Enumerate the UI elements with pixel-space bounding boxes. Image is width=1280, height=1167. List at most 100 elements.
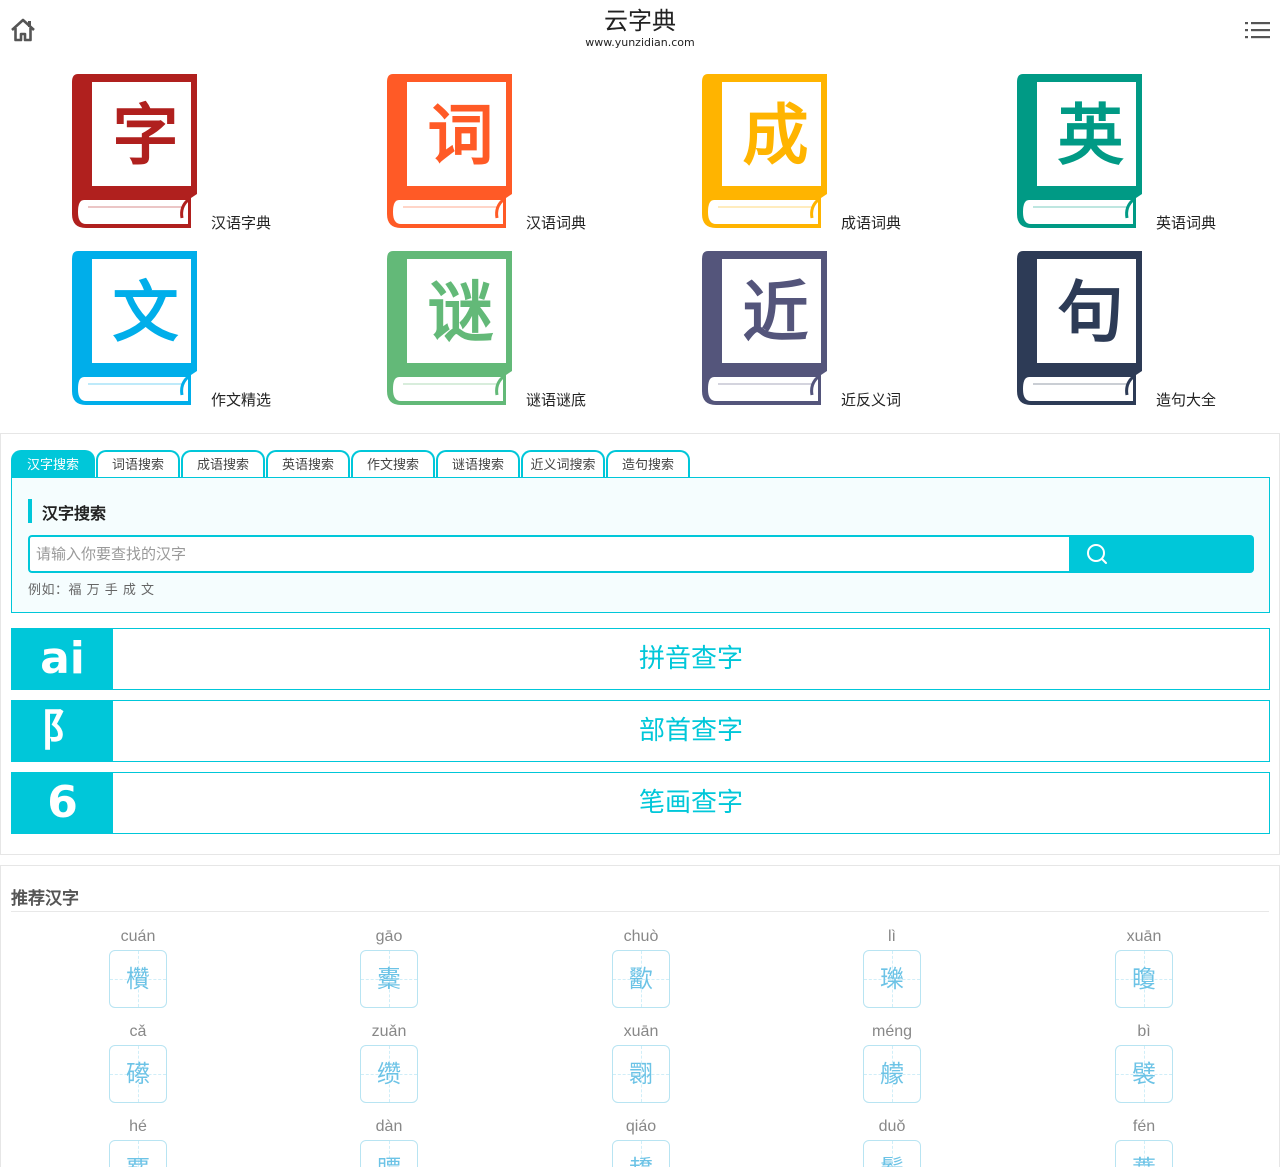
char-glyph: 覈 [110,1141,166,1167]
char-cell[interactable]: 蕡 [1115,1140,1173,1167]
char-pinyin: cǎ [129,1023,147,1040]
recommended-char: cuán 欑 [78,928,198,1023]
divider [11,911,1269,912]
dictionary-link[interactable]: 词汉语词典 [385,74,645,239]
char-pinyin: lì [888,928,896,945]
char-glyph: 欑 [126,965,150,993]
char-cell[interactable]: 襞 [1115,1045,1173,1103]
lookup-row[interactable]: 阝 部首查字 [11,700,1270,762]
lookup-label: 拼音查字 [638,644,743,674]
search-icon [1087,544,1107,564]
char-pinyin: gāo [375,928,403,945]
dictionary-label: 汉语词典 [526,214,587,232]
char-glyph: 贉 [361,1141,417,1167]
dictionary-char: 句 [1057,274,1124,351]
dictionary-label: 作文精选 [211,391,272,409]
search-box: 汉字搜索 例如：福 万 手 成 文 [11,477,1270,613]
recommended-char: hé 覈 [78,1118,198,1167]
lookup-row[interactable]: 6 笔画查字 [11,772,1270,834]
dictionary-label: 英语词典 [1156,214,1217,232]
search-tab[interactable]: 作文搜索 [351,450,435,479]
char-pinyin: fén [1132,1118,1156,1135]
char-cell[interactable]: 贉 [360,1140,418,1167]
char-cell[interactable]: 欑 [109,950,167,1008]
list-menu-icon[interactable] [1244,18,1272,42]
dictionary-label: 汉语字典 [211,214,272,232]
dictionary-link[interactable]: 谜谜语谜底 [385,251,645,416]
char-glyph: 瓅 [880,965,904,993]
dictionary-link[interactable]: 文作文精选 [70,251,330,416]
recommended-char: zuǎn 缵 [329,1023,449,1118]
dictionary-char: 文 [112,274,179,351]
char-glyph: 趫 [613,1141,669,1167]
dictionary-link[interactable]: 句造句大全 [1015,251,1275,416]
char-glyph: 缵 [377,1060,401,1088]
char-glyph: 鬌 [864,1141,920,1167]
dictionary-label: 近反义词 [841,391,902,409]
char-cell[interactable]: 覈 [109,1140,167,1167]
char-glyph: 艨 [880,1060,904,1088]
search-heading: 汉字搜索 [42,504,107,523]
dictionary-link[interactable]: 成成语词典 [700,74,960,239]
dictionary-link[interactable]: 字汉语字典 [70,74,330,239]
search-examples: 例如：福 万 手 成 文 [28,583,155,598]
char-pinyin: xuān [1126,928,1162,945]
recommended-char: lì 瓅 [832,928,952,1023]
char-pinyin: qiáo [625,1118,657,1135]
site-title: 云字典 [604,7,676,35]
char-cell[interactable]: 歠 [612,950,670,1008]
recommended-char: fén 蕡 [1084,1118,1204,1167]
dictionary-char: 字 [112,97,179,174]
heading-accent-bar [28,499,32,523]
char-glyph: 礤 [126,1060,150,1088]
char-pinyin: cuán [120,928,156,945]
char-cell[interactable]: 翾 [612,1045,670,1103]
search-panel: 汉字搜索词语搜索成语搜索英语搜索作文搜索谜语搜索近义词搜索造句搜索 汉字搜索 例… [0,433,1280,855]
recommended-char: méng 艨 [832,1023,952,1118]
search-tab[interactable]: 汉字搜索 [11,450,95,479]
search-tab[interactable]: 近义词搜索 [521,450,605,479]
char-pinyin: bì [1137,1023,1151,1040]
char-cell[interactable]: 鬌 [863,1140,921,1167]
search-button[interactable] [1069,535,1254,573]
search-tab[interactable]: 成语搜索 [181,450,265,479]
char-glyph: 翾 [629,1060,653,1088]
recommended-char: xuān 翾 [581,1023,701,1118]
search-tab[interactable]: 造句搜索 [606,450,690,479]
char-cell[interactable]: 瓅 [863,950,921,1008]
dictionary-label: 谜语谜底 [526,391,587,409]
char-pinyin: hé [129,1118,147,1135]
char-glyph: 襞 [1132,1060,1156,1088]
char-cell[interactable]: 艨 [863,1045,921,1103]
dictionary-char: 谜 [427,274,494,351]
char-pinyin: zuǎn [371,1023,407,1040]
dictionary-char: 词 [427,97,494,174]
dictionary-link[interactable]: 英英语词典 [1015,74,1275,239]
dictionary-link[interactable]: 近近反义词 [700,251,960,416]
char-cell[interactable]: 櫜 [360,950,418,1008]
char-glyph: 矎 [1132,965,1156,993]
recommended-char: dàn 贉 [329,1118,449,1167]
dictionary-label: 造句大全 [1156,391,1217,409]
site-url: www.yunzidian.com [585,36,695,49]
search-tab[interactable]: 词语搜索 [96,450,180,479]
search-tab[interactable]: 英语搜索 [266,450,350,479]
lookup-label: 部首查字 [638,716,743,746]
char-cell[interactable]: 趫 [612,1140,670,1167]
char-pinyin: méng [871,1023,913,1040]
dictionary-char: 成 [742,97,809,174]
char-cell[interactable]: 礤 [109,1045,167,1103]
char-cell[interactable]: 缵 [360,1045,418,1103]
lookup-badge: ai [12,629,113,689]
char-cell[interactable]: 矎 [1115,950,1173,1008]
lookup-row[interactable]: ai 拼音查字 [11,628,1270,690]
search-tab[interactable]: 谜语搜索 [436,450,520,479]
search-input[interactable] [28,535,1071,573]
recommended-panel: 推荐汉字 cuán 欑 gāo 櫜 chuò 歠 lì 瓅 xuān 矎 cǎ 礤 zuǎn 缵 xuān 翾… [0,865,1280,1167]
recommended-char: duǒ 鬌 [832,1118,952,1167]
recommended-char: gāo 櫜 [329,928,449,1023]
char-pinyin: duǒ [878,1118,906,1135]
home-icon[interactable] [10,17,36,43]
char-glyph: 蕡 [1116,1141,1172,1167]
char-pinyin: dàn [375,1118,403,1135]
